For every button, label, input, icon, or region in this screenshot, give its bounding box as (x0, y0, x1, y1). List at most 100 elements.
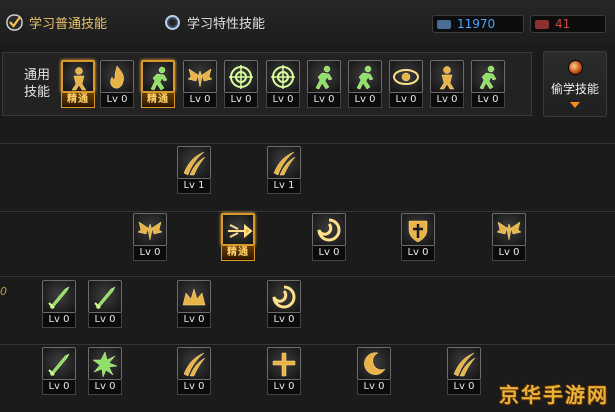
run-icon (471, 60, 505, 93)
skill-tree-r2-2[interactable]: 精通 (221, 213, 255, 265)
skill-common-3[interactable]: 精通 (141, 60, 175, 112)
blade-icon (88, 280, 122, 313)
skill-level-label: Lv 0 (42, 380, 76, 395)
swirl-icon (312, 213, 346, 246)
skill-level-label: Lv 0 (133, 246, 167, 261)
skill-tree-r1-2[interactable]: Lv 1 (267, 146, 301, 198)
blade-icon (42, 280, 76, 313)
tp-points-display: 41 (530, 15, 606, 33)
skill-common-5[interactable]: Lv 0 (224, 60, 258, 112)
skill-level-label: Lv 0 (471, 93, 505, 108)
sp-points-value: 11970 (457, 17, 496, 31)
skill-common-4[interactable]: Lv 0 (183, 60, 217, 112)
skill-tree-r3-3[interactable]: Lv 0 (177, 280, 211, 332)
steal-skill-button[interactable]: 偷学技能 (543, 51, 607, 117)
watermark-logo: 京华手游网 (499, 383, 609, 407)
skill-common-7[interactable]: Lv 0 (307, 60, 341, 112)
row-divider (0, 276, 615, 277)
skill-level-label: Lv 1 (267, 179, 301, 194)
tab-learn-trait-label: 学习特性技能 (187, 16, 266, 32)
slash-icon (447, 347, 481, 380)
common-skills-label: 通用 技能 (19, 67, 55, 101)
skill-tree-r3-1[interactable]: Lv 0 (42, 280, 76, 332)
blade-icon (42, 347, 76, 380)
moon-icon (357, 347, 391, 380)
steal-skill-label: 偷学技能 (550, 82, 599, 96)
skill-tree-r2-3[interactable]: Lv 0 (312, 213, 346, 265)
wings-icon (133, 213, 167, 246)
run-icon (307, 60, 341, 93)
slash-icon (177, 347, 211, 380)
crown-icon (177, 280, 211, 313)
sp-points-display: 11970 (432, 15, 524, 33)
skill-level-label: Lv 0 (88, 380, 122, 395)
skill-tree-r1-1[interactable]: Lv 1 (177, 146, 211, 198)
skill-level-label: Lv 0 (224, 93, 258, 108)
run-icon (141, 60, 175, 93)
target-icon (224, 60, 258, 93)
checkmark-icon (6, 13, 23, 31)
skill-level-label: Lv 0 (100, 93, 134, 108)
radio-circle-icon (164, 14, 181, 31)
wings-icon (492, 213, 526, 246)
tab-learn-normal-skills[interactable]: 学习普通技能 (6, 12, 107, 32)
skill-tree-r3-4[interactable]: Lv 0 (267, 280, 301, 332)
eye-icon (389, 60, 423, 93)
skill-level-label: Lv 0 (267, 380, 301, 395)
slash-icon (177, 146, 211, 179)
book-red-icon (535, 19, 549, 29)
skill-level-label: Lv 0 (401, 246, 435, 261)
skill-level-label: Lv 0 (266, 93, 300, 108)
skill-tree-r4-3[interactable]: Lv 0 (177, 347, 211, 399)
slash-icon (267, 146, 301, 179)
skill-level-label: Lv 0 (183, 93, 217, 108)
row-divider (0, 344, 615, 345)
figure-icon (61, 60, 95, 93)
skill-tree-r2-1[interactable]: Lv 0 (133, 213, 167, 265)
skill-level-label: Lv 0 (357, 380, 391, 395)
skill-level-label: Lv 0 (492, 246, 526, 261)
skill-level-label: Lv 0 (42, 313, 76, 328)
tab-learn-normal-label: 学习普通技能 (29, 16, 108, 32)
skill-level-label: 精通 (61, 93, 95, 108)
skill-tree-r4-2[interactable]: Lv 0 (88, 347, 122, 399)
target-icon (266, 60, 300, 93)
skill-level-label: Lv 0 (88, 313, 122, 328)
tab-learn-trait-skills[interactable]: 学习特性技能 (164, 12, 265, 32)
side-mark: 0 (0, 285, 7, 298)
skill-level-label: Lv 0 (177, 313, 211, 328)
skill-level-label: Lv 0 (267, 313, 301, 328)
row-divider (0, 143, 615, 144)
skill-common-2[interactable]: Lv 0 (100, 60, 134, 112)
skill-tree-r4-1[interactable]: Lv 0 (42, 347, 76, 399)
skill-level-label: 精通 (141, 93, 175, 108)
book-blue-icon (437, 19, 451, 29)
skill-common-6[interactable]: Lv 0 (266, 60, 300, 112)
flame-icon (100, 60, 134, 93)
skill-level-label: Lv 0 (389, 93, 423, 108)
burst-icon (88, 347, 122, 380)
skill-tree-r4-4[interactable]: Lv 0 (267, 347, 301, 399)
row-divider (0, 211, 615, 212)
skill-tree-r4-5[interactable]: Lv 0 (357, 347, 391, 399)
skill-common-9[interactable]: Lv 0 (389, 60, 423, 112)
dropdown-arrow-icon (570, 102, 580, 108)
run-icon (348, 60, 382, 93)
skill-level-label: Lv 0 (307, 93, 341, 108)
skill-tree-r2-5[interactable]: Lv 0 (492, 213, 526, 265)
swirl-icon (267, 280, 301, 313)
skill-tree-r4-6[interactable]: Lv 0 (447, 347, 481, 399)
skill-tree-r3-2[interactable]: Lv 0 (88, 280, 122, 332)
gem-icon (568, 60, 583, 75)
skill-common-1[interactable]: 精通 (61, 60, 95, 112)
skill-common-10[interactable]: Lv 0 (430, 60, 464, 112)
skill-common-8[interactable]: Lv 0 (348, 60, 382, 112)
skill-level-label: Lv 0 (177, 380, 211, 395)
skill-common-11[interactable]: Lv 0 (471, 60, 505, 112)
common-label-line2: 技能 (23, 85, 50, 100)
skill-level-label: 精通 (221, 246, 255, 261)
tp-points-value: 41 (555, 17, 571, 31)
wings-icon (183, 60, 217, 93)
skill-tree-r2-4[interactable]: Lv 0 (401, 213, 435, 265)
skill-level-label: Lv 0 (447, 380, 481, 395)
